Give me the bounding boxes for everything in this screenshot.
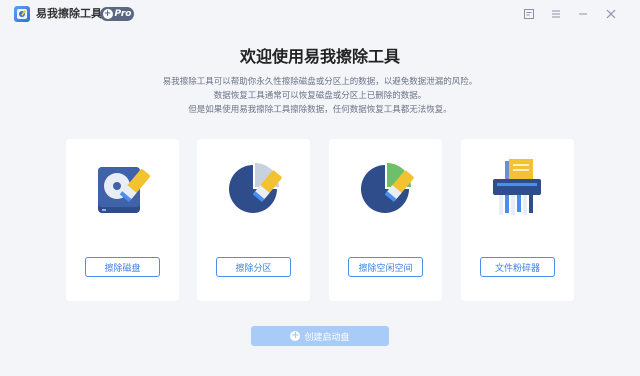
feedback-icon: [524, 9, 534, 19]
pro-plus-icon: +: [102, 9, 113, 19]
card-disk-eraser[interactable]: 擦除磁盘: [66, 139, 179, 301]
erase-disk-button[interactable]: 擦除磁盘: [85, 257, 160, 277]
description-line: 易我擦除工具可以帮助你永久性擦除磁盘或分区上的数据，以避免数据泄漏的风险。: [162, 77, 478, 87]
erase-partition-button[interactable]: 擦除分区: [216, 257, 291, 277]
erase-free-space-button[interactable]: 擦除空闲空间: [348, 257, 423, 277]
create-boot-disk-label: 创建启动盘: [304, 332, 350, 343]
page-title: 欢迎使用易我擦除工具: [239, 47, 400, 66]
card-file-shredder[interactable]: 文件粉碎器: [461, 139, 574, 301]
file-shredder-button[interactable]: 文件粉碎器: [480, 257, 555, 277]
card-partition-eraser[interactable]: 擦除分区: [197, 139, 310, 301]
plus-icon: +: [290, 330, 301, 341]
close-icon: [606, 9, 616, 19]
feedback-button[interactable]: [519, 4, 539, 24]
close-button[interactable]: [601, 4, 621, 24]
app-logo-icon: [14, 6, 30, 22]
disk-eraser-icon: [92, 159, 152, 219]
minimize-icon: [579, 13, 587, 15]
title-bar: 易我擦除工具 + Pro: [0, 0, 640, 28]
description: 易我擦除工具可以帮助你永久性擦除磁盘或分区上的数据，以避免数据泄漏的风险。 数据…: [0, 75, 640, 117]
card-free-space-eraser[interactable]: 擦除空闲空间: [329, 139, 442, 301]
menu-icon: [552, 10, 560, 18]
description-line: 但是如果使用易我擦除工具擦除数据，任何数据恢复工具都无法恢复。: [188, 105, 452, 115]
free-space-eraser-icon: [355, 159, 415, 219]
minimize-button[interactable]: [573, 4, 593, 24]
description-line: 数据恢复工具通常可以恢复磁盘或分区上已删除的数据。: [213, 91, 427, 101]
app-title: 易我擦除工具: [36, 7, 102, 20]
create-boot-disk-button[interactable]: + 创建启动盘: [251, 326, 389, 346]
partition-eraser-icon: [223, 159, 283, 219]
menu-button[interactable]: [546, 4, 566, 24]
pro-badge-label: Pro: [114, 9, 132, 19]
pro-badge[interactable]: + Pro: [100, 7, 134, 21]
file-shredder-icon: [487, 159, 547, 219]
